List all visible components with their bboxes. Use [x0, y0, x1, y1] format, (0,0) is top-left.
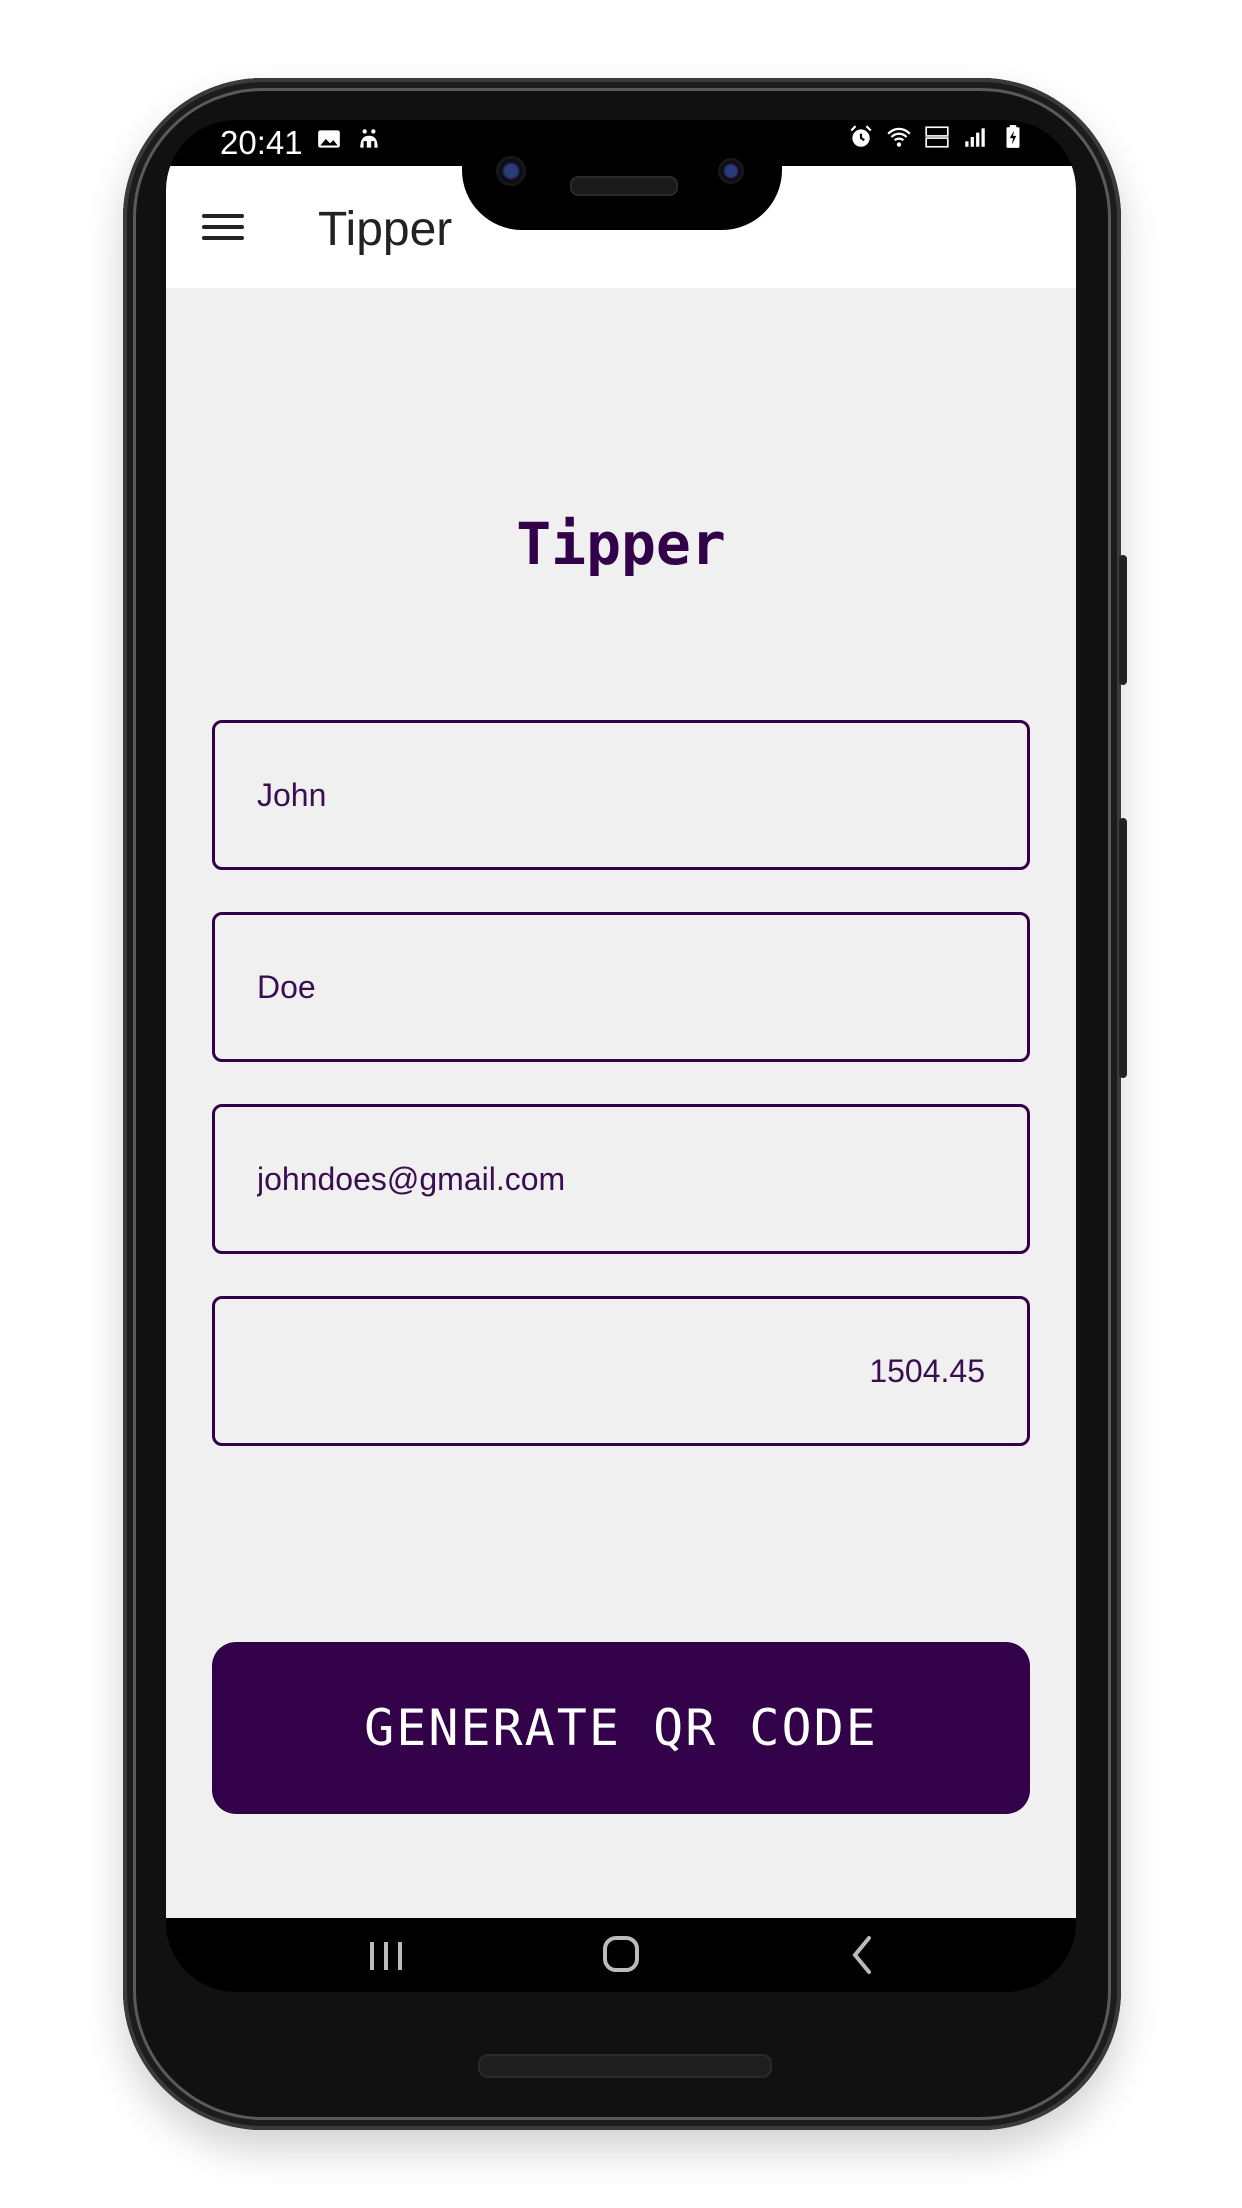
status-time: 20:41: [220, 124, 303, 161]
app-bar-title: Tipper: [318, 203, 453, 256]
volume-button: [1119, 555, 1127, 685]
camera-notch: [462, 120, 782, 230]
main-content: Tipper GENERATE QR CODE: [166, 288, 1076, 1918]
page-title: Tipper: [516, 510, 726, 578]
front-camera-icon: [496, 156, 526, 186]
phone-home-indicator: [478, 2054, 772, 2078]
email-input[interactable]: [215, 1107, 1027, 1251]
back-icon[interactable]: [831, 1928, 891, 1982]
phone-screen: 20:41 Tipper Tipper John Doe johndoes@gm…: [166, 120, 1076, 1992]
amount-field[interactable]: [212, 1296, 1030, 1446]
notification-icon: [360, 129, 378, 148]
last-name-field[interactable]: [212, 912, 1030, 1062]
battery-charging-icon: [1006, 125, 1020, 148]
image-icon: [318, 130, 340, 148]
home-icon[interactable]: [591, 1928, 651, 1982]
amount-input[interactable]: [215, 1299, 1027, 1443]
first-name-input[interactable]: [215, 723, 1027, 867]
sensor-icon: [718, 158, 744, 184]
navigation-bar: [166, 1918, 1076, 1992]
power-button: [1119, 818, 1127, 1078]
first-name-field[interactable]: [212, 720, 1030, 870]
alarm-icon: [850, 125, 872, 147]
generate-qr-code-button[interactable]: GENERATE QR CODE: [212, 1642, 1030, 1814]
earpiece-speaker: [570, 176, 678, 196]
recent-apps-icon[interactable]: [356, 1928, 416, 1982]
signal-icon: [965, 128, 985, 147]
hamburger-menu-icon[interactable]: [202, 210, 244, 244]
wifi-icon: [887, 127, 911, 147]
volte-icon: [925, 126, 949, 148]
last-name-input[interactable]: [215, 915, 1027, 1059]
email-field[interactable]: [212, 1104, 1030, 1254]
